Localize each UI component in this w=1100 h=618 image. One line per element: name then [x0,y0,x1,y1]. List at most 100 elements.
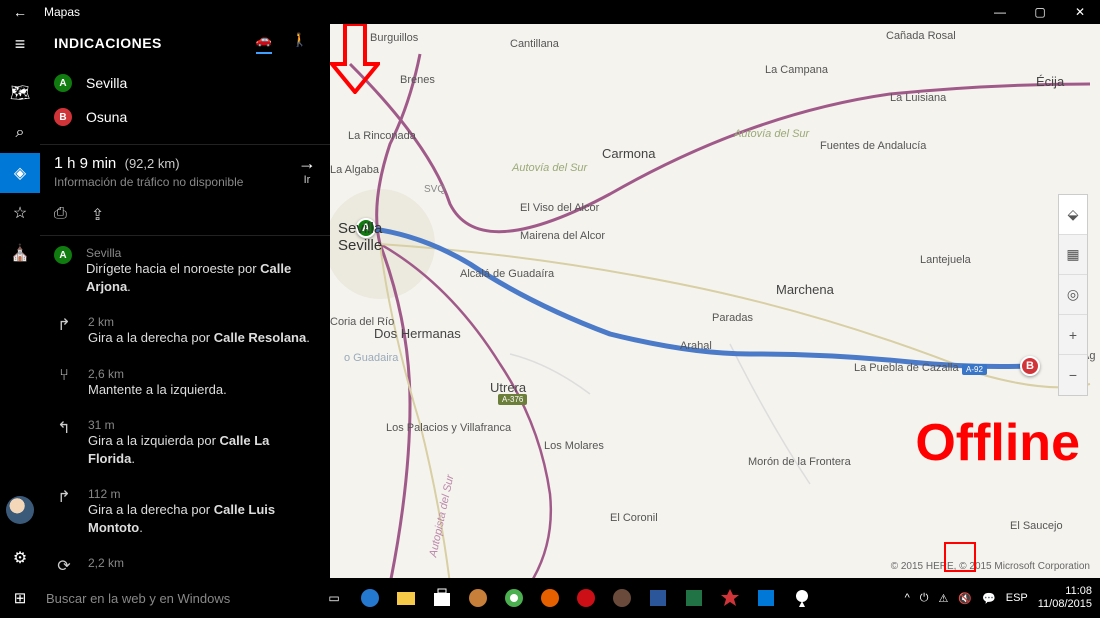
summary-distance: (92,2 km) [125,156,180,171]
taskbar-app1[interactable] [462,582,494,614]
taskbar-opera[interactable] [570,582,602,614]
map-label: Utrera [490,380,526,395]
badge-b-icon: B [54,108,72,126]
nav-directions[interactable]: ◈ [0,153,40,193]
direction-step[interactable]: ↱112 mGira a la derecha por Calle Luis M… [40,477,330,546]
direction-step[interactable]: ↰31 mGira a la izquierda por Calle La Fl… [40,408,330,477]
map-canvas[interactable]: A B Burguillos Brenes La Rinconada La Al… [330,24,1100,578]
tray-notifications[interactable]: 💬 [982,592,996,605]
tray-clock[interactable]: 11:08 11/08/2015 [1038,585,1092,611]
offline-annotation: Offline [915,413,1080,473]
minus-icon: − [1069,367,1077,383]
print-button[interactable]: ⎙ [54,205,67,225]
taskbar-settings[interactable] [750,582,782,614]
taskbar-word[interactable] [642,582,674,614]
tray-volume[interactable]: 🔇 [958,592,972,605]
app-icon [719,587,741,609]
plus-icon: + [1069,327,1077,343]
step-turn-icon: ⑂ [54,367,74,399]
word-icon [647,587,669,609]
task-view-icon: ▭ [328,591,339,605]
volume-icon: 🔇 [958,593,972,605]
tray-wifi[interactable]: ⚠ [938,592,948,605]
badge-a-icon: A [54,74,72,92]
step-turn-icon: ↰ [54,418,74,467]
taskbar-edge[interactable] [354,582,386,614]
share-button[interactable]: ⇪ [91,205,104,225]
map-view-mode[interactable]: ▦ [1059,235,1087,275]
taskbar-firefox[interactable] [534,582,566,614]
direction-step[interactable]: ↱2 kmGira a la derecha por Calle Resolan… [40,305,330,357]
tray-language[interactable]: ESP [1006,592,1028,604]
firefox-icon [539,587,561,609]
step-turn-icon: ↱ [54,315,74,347]
map-label: Fuentes de Andalucía [820,140,926,152]
map-label: La Puebla de Cazalla [854,362,959,374]
map-label: Coria del Río [330,316,394,328]
map-label: Los Molares [544,440,604,452]
map-label: Cañada Rosal [886,30,956,42]
direction-step[interactable]: ASevillaDirígete hacia el noroeste por C… [40,236,330,305]
nav-map[interactable]: 🗺 [0,73,40,113]
route-summary[interactable]: 1 h 9 min (92,2 km) Información de tráfi… [40,144,330,199]
app-icon [611,587,633,609]
taskbar-store[interactable] [426,582,458,614]
tray-date: 11/08/2015 [1038,598,1092,611]
tray-power[interactable]: ⏻ [920,592,929,605]
map-label: Brenes [400,74,435,86]
mode-walk[interactable]: 🚶 [292,32,308,54]
direction-step[interactable]: ⑂2,6 kmMantente a la izquierda. [40,357,330,409]
summary-hours: 1 [54,155,63,172]
step-instruction: Gira a la derecha por Calle Luis Montoto… [88,501,316,536]
hamburger-button[interactable]: ≡ [15,34,26,55]
star-icon: ☆ [13,203,27,223]
map-icon: 🗺 [10,83,30,103]
arrow-left-icon: ← [13,4,27,20]
taskbar-app3[interactable] [714,582,746,614]
mode-car[interactable]: 🚗 [256,32,272,54]
summary-min: 9 [80,155,88,172]
map-label: Paradas [712,312,753,324]
go-button[interactable]: → Ir [298,153,316,186]
map-zoom-in[interactable]: + [1059,315,1087,355]
map-label: Cantillana [510,38,559,50]
nav-3d[interactable]: ⛪ [0,233,40,273]
compass-icon: ⬙ [1068,206,1079,223]
map-locate[interactable]: ◎ [1059,275,1087,315]
taskbar-explorer[interactable] [390,582,422,614]
notifications-icon: 💬 [982,593,996,605]
map-label: o Guadaira [344,352,398,364]
waypoint-a[interactable]: A Sevilla [54,66,316,100]
map-label: Carmona [602,146,655,161]
back-button[interactable]: ← [0,4,40,20]
map-label: Autovía del Sur [512,162,587,174]
direction-step[interactable]: ⟳2,2 km [40,546,330,578]
waypoint-b-label: Osuna [86,109,127,125]
close-button[interactable]: ✕ [1060,5,1100,19]
nav-search[interactable]: ⌕ [0,113,40,153]
step-distance: 31 m [88,418,316,432]
nav-settings[interactable]: ⚙ [0,538,40,578]
taskbar-maps[interactable] [786,582,818,614]
maximize-button[interactable]: ▢ [1020,5,1060,19]
task-view-button[interactable]: ▭ [318,582,350,614]
map-zoom-out[interactable]: − [1059,355,1087,395]
tray-chevron[interactable]: ^ [905,592,910,604]
step-turn-icon: ↱ [54,487,74,536]
map-compass[interactable]: ⬙ [1059,195,1087,235]
taskbar-chrome[interactable] [498,582,530,614]
taskbar-app2[interactable] [606,582,638,614]
waypoint-b[interactable]: B Osuna [54,100,316,134]
taskbar-search[interactable]: Buscar en la web y en Windows [40,591,310,606]
map-marker-b[interactable]: B [1020,356,1040,376]
start-button[interactable]: ⊞ [0,589,40,607]
locate-icon: ◎ [1067,286,1079,303]
taskbar-excel[interactable] [678,582,710,614]
minimize-button[interactable]: — [980,5,1020,19]
user-avatar[interactable] [6,496,34,524]
map-label: Marchena [776,282,834,297]
map-label: Écija [1036,74,1064,89]
nav-favorites[interactable]: ☆ [0,193,40,233]
layers-icon: ▦ [1066,246,1079,263]
minimize-icon: — [994,5,1006,19]
